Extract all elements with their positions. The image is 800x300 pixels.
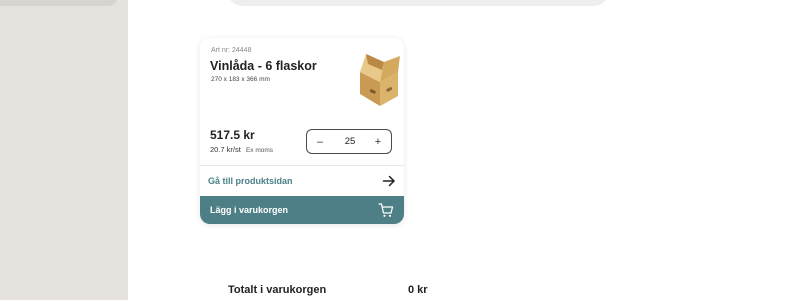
vat-note: Ex moms — [245, 147, 274, 154]
page: Art nr: 24448 Vinlåda - 6 flaskor 270 x … — [0, 0, 800, 300]
quantity-input[interactable] — [335, 130, 365, 153]
product-dimensions: 270 x 183 x 366 mm — [211, 76, 270, 83]
add-to-cart-button[interactable]: Lägg i varukorgen — [200, 196, 404, 224]
product-page-link-label: Gå till produktsidan — [208, 176, 293, 186]
shopping-cart-icon — [378, 203, 394, 217]
add-to-cart-label: Lägg i varukorgen — [210, 205, 289, 215]
unit-price: 20.7 kr/st Ex moms — [210, 145, 273, 154]
cart-total-value: 0 kr — [408, 284, 428, 296]
product-card: Art nr: 24448 Vinlåda - 6 flaskor 270 x … — [200, 38, 404, 224]
product-title: Vinlåda - 6 flaskor — [210, 59, 317, 73]
increase-quantity-button[interactable]: + — [369, 133, 387, 151]
arrow-right-icon — [382, 175, 395, 187]
sidebar — [0, 0, 128, 300]
cardboard-box-icon — [360, 54, 400, 106]
decrease-quantity-button[interactable]: – — [311, 133, 329, 151]
product-page-link[interactable]: Gå till produktsidan — [200, 166, 404, 196]
search-bar[interactable] — [228, 0, 608, 6]
sidebar-item[interactable] — [0, 0, 118, 6]
unit-price-value: 20.7 kr/st — [210, 145, 241, 154]
quantity-stepper: – + — [306, 129, 392, 154]
product-price: 517.5 kr — [210, 128, 255, 142]
cart-total-label: Totalt i varukorgen — [228, 284, 327, 296]
article-number: Art nr: 24448 — [211, 47, 252, 54]
